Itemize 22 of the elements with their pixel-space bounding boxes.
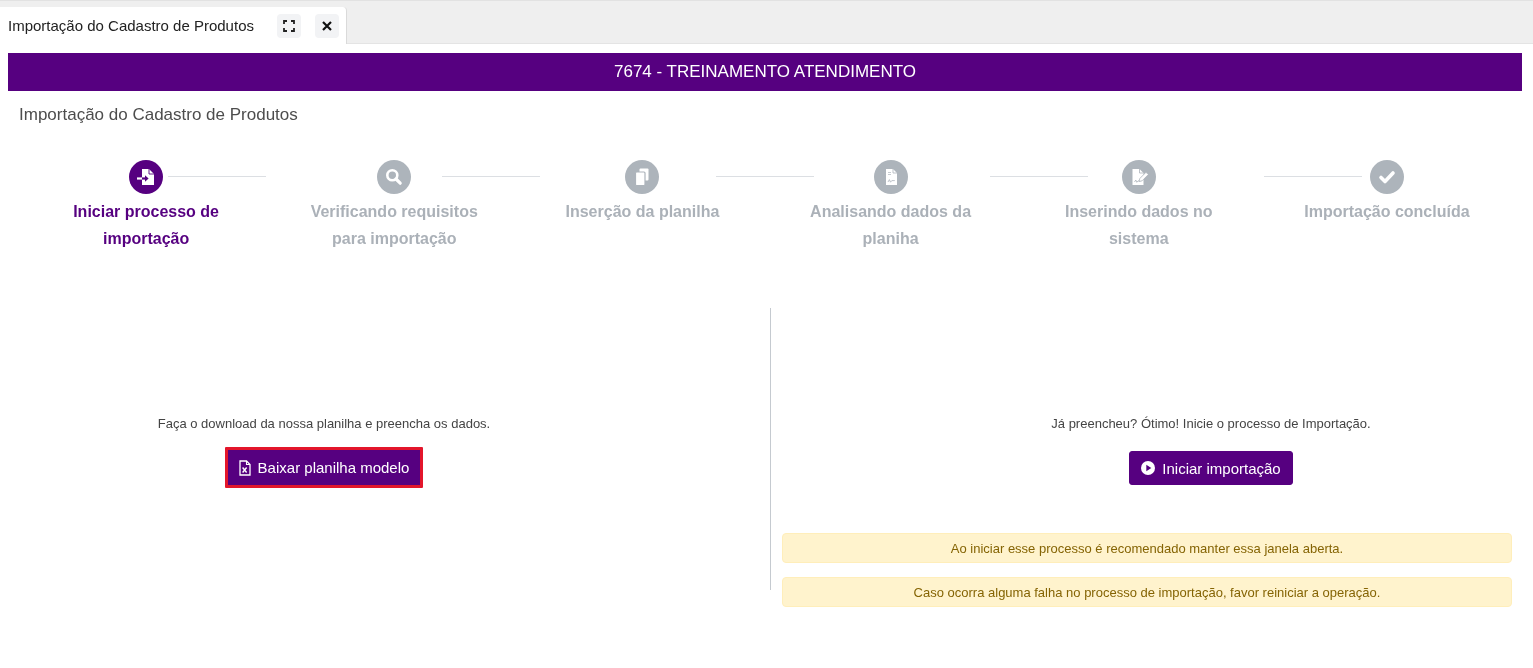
step-label: Inserindo dados no sistema: [1063, 202, 1214, 249]
warning-alert: Ao iniciar esse processo é recomendado manter essa janela aberta.: [782, 533, 1512, 563]
warning-alert: Caso ocorra alguma falha no processo de importação, favor reiniciar a operação.: [782, 577, 1512, 607]
spreadsheet-file-icon: [238, 459, 251, 476]
expand-button[interactable]: [277, 13, 301, 38]
step-label: Analisando dados da planiha: [809, 202, 973, 249]
tab-title: Importação do Cadastro de Produtos: [8, 17, 254, 34]
step-label: Verificando requisitos para importação: [309, 202, 479, 249]
tab[interactable]: Importação do Cadastro de Produtos: [0, 7, 347, 44]
start-import-button[interactable]: Iniciar importação: [1129, 451, 1293, 485]
play-icon: [1141, 461, 1156, 475]
step-label: Importação concluída: [1304, 202, 1470, 222]
step-label: Inserção da planilha: [565, 202, 720, 222]
download-instructions: Faça o download da nossa planilha e preencha os dados.: [157, 415, 491, 433]
step-label: Iniciar processo de importação: [72, 202, 220, 249]
page-title: Importação do Cadastro de Produtos: [19, 105, 298, 125]
download-template-button[interactable]: Baixar planilha modelo: [224, 447, 424, 488]
expand-icon: [283, 19, 295, 32]
import-instructions: Já preencheu? Ótimo! Inicie o processo de Importação.: [1051, 415, 1371, 433]
close-button[interactable]: [315, 13, 339, 38]
header-bar: 7674 - TREINAMENTO ATENDIMENTO: [8, 53, 1522, 91]
close-icon: [322, 20, 332, 31]
